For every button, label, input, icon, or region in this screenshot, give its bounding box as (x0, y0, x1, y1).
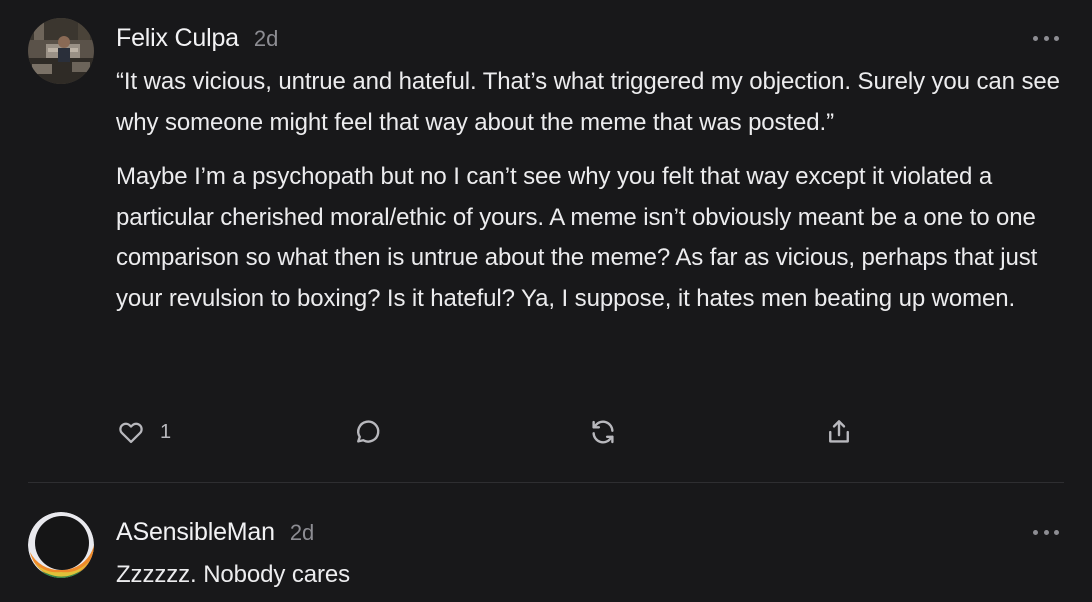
divider (28, 482, 1064, 483)
comment-body: Zzzzzz. Nobody cares (116, 555, 1066, 596)
author-name[interactable]: Felix Culpa (116, 24, 239, 53)
timestamp[interactable]: 2d (254, 26, 278, 52)
like-count: 1 (160, 420, 172, 443)
comment-actions: 1 (116, 414, 876, 450)
restack-button[interactable] (588, 414, 618, 450)
comment-paragraph: Zzzzzz. Nobody cares (116, 561, 351, 588)
comment-body: “It was vicious, untrue and hateful. Tha… (116, 62, 1066, 319)
timestamp[interactable]: 2d (290, 520, 314, 546)
share-button[interactable] (824, 414, 854, 450)
more-icon[interactable] (1033, 33, 1059, 43)
avatar[interactable] (28, 18, 94, 84)
avatar[interactable] (28, 512, 94, 578)
author-name[interactable]: ASensibleMan (116, 518, 275, 547)
comment-bubble-icon (352, 417, 382, 447)
restack-icon (588, 417, 618, 447)
comment-paragraph: “It was vicious, untrue and hateful. Tha… (116, 68, 1060, 136)
heart-icon (116, 418, 146, 446)
like-button[interactable]: 1 (116, 414, 171, 450)
comment-meta: ASensibleMan 2d (116, 518, 314, 547)
comment-paragraph: Maybe I’m a psychopath but no I can’t se… (116, 163, 1038, 312)
share-icon (824, 417, 854, 447)
comment-meta: Felix Culpa 2d (116, 24, 278, 53)
reply-button[interactable] (352, 414, 382, 450)
more-icon[interactable] (1033, 527, 1059, 537)
